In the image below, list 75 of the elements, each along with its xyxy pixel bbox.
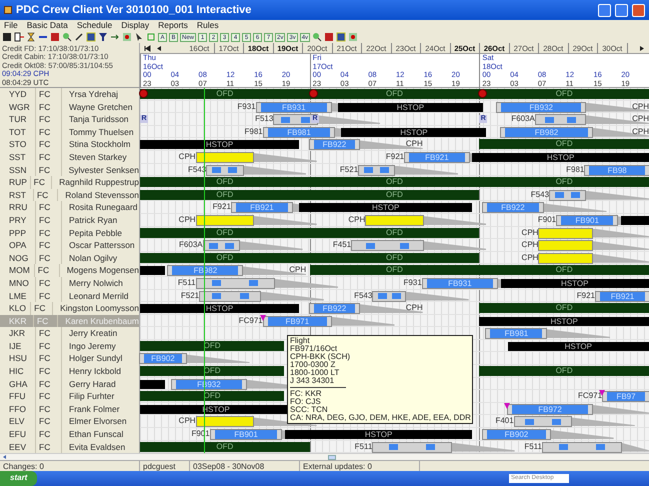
tooltip-text: FO: CJS (290, 398, 322, 406)
tooltip-text: 1800-1000 LT (290, 369, 340, 377)
duty-code: F981 (566, 164, 584, 176)
crew-name: Leonard Merrild (68, 290, 129, 302)
duty-code: CPH (178, 150, 196, 163)
duty-code: F521 (340, 164, 358, 176)
crew-name: Filip Furhter (68, 390, 114, 403)
crew-name: Pepita Pebble (68, 226, 122, 240)
window-title: PDC Crew Client Ver 3010100_001 Interactive (16, 2, 252, 18)
crew-name: Yrsa Ydrehaj (68, 88, 118, 101)
duty-code: CPH (178, 415, 196, 428)
duty-code: F401 (495, 415, 514, 428)
tooltip-text: Flight (290, 337, 311, 345)
tooltip-text: FB971/16Oct (290, 345, 338, 353)
duty-code: F931 (237, 100, 256, 113)
crew-name: Roland Stevensson (64, 188, 139, 202)
tooltip-text: 1700-0300 Z (290, 361, 336, 369)
crew-name: Frank Folmer (68, 402, 120, 416)
duty-code: CPH (522, 226, 538, 239)
duty-code: F543 (354, 290, 372, 302)
duty-code: F921 (386, 150, 404, 163)
crew-name: Tommy Thuelsen (68, 126, 134, 138)
crew-name: Jerry Kreatin (68, 327, 118, 340)
crew-name: Kingston Loomysson (59, 302, 139, 315)
crew-name: Karen Krubenbaum (64, 314, 139, 328)
duty-code: CPH (348, 214, 366, 226)
station-code: CPH (289, 264, 306, 276)
duty-code: F513 (255, 113, 274, 126)
duty-code: F981 (244, 126, 263, 138)
duty-code: F603A (511, 113, 535, 126)
crew-name: Mogens Mogensen (66, 264, 139, 277)
tooltip-text: J 343 34301 (290, 377, 336, 385)
duty-code: F511 (524, 440, 542, 453)
crew-name: Gerry Harad (68, 378, 116, 390)
crew-name: Oscar Pattersson (68, 239, 135, 252)
duty-code: F901 (538, 214, 556, 226)
crew-name: Sylvester Senksen (68, 164, 139, 176)
crew-name: Tanja Turidsson (68, 113, 129, 126)
crew-name: Henry Ickbold (68, 365, 121, 378)
crew-name: Nolan Ogilvy (68, 252, 118, 264)
duty-code: FC971 (238, 314, 263, 327)
station-code: CPH (632, 100, 649, 113)
duty-code: F511 (178, 276, 196, 289)
duty-code: FC971 (578, 390, 602, 402)
crew-name: Evita Evaldsen (68, 440, 126, 454)
crew-name: Rosita Runegaard (68, 201, 138, 214)
duty-code: F451 (332, 239, 352, 252)
duty-code: CPH (178, 214, 196, 226)
crew-name: Ethan Funscal (68, 428, 124, 441)
station-code: CPH (406, 302, 423, 314)
tooltip-text: CPH-BKK (SCH) (290, 353, 352, 361)
station-code: CPH (632, 113, 649, 126)
crew-name: Stina Stockholm (68, 138, 130, 151)
duty-code: F931 (404, 276, 422, 289)
crew-name: Elmer Elvorsen (68, 415, 127, 428)
tooltip-text: FC: KKR (290, 390, 323, 398)
crew-name: Merry Nolwich (68, 276, 123, 290)
duty-code: CPH (522, 239, 538, 252)
station-code: CPH (406, 138, 423, 150)
duty-code: F521 (180, 290, 200, 302)
crew-name: Wayne Gretchen (68, 100, 132, 114)
crew-name: Steven Starkey (68, 150, 127, 164)
crew-name: Ingo Jeremy (68, 340, 116, 352)
duty-code: F921 (576, 290, 595, 302)
crew-name: Patrick Ryan (68, 214, 118, 227)
duty-code: F921 (212, 201, 231, 214)
duty-code: F603A (179, 239, 203, 252)
tooltip-text: CA: NRA, DEG, GJO, DEM, HKE, ADE, EEA, DDR (290, 414, 470, 422)
duty-code: F543 (530, 188, 550, 201)
crew-name: Holger Sundyl (68, 352, 122, 366)
station-code: CPH (632, 126, 649, 138)
duty-code: CPH (522, 252, 538, 264)
crew-name: Ragnhild Ruppestrup (58, 176, 139, 189)
duty-code: F511 (354, 440, 372, 453)
tooltip-text: SCC: TCN (290, 406, 329, 414)
